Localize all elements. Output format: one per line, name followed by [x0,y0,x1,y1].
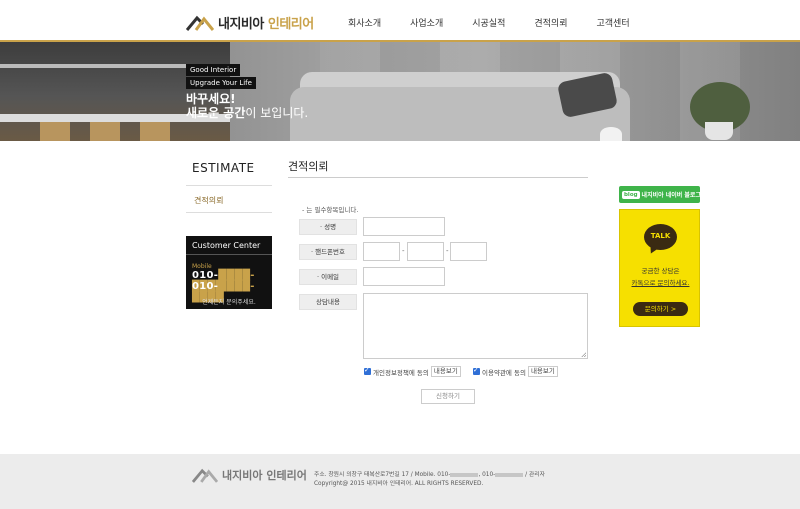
customer-center-box: Customer Center Mobile 010-████-████ 010… [186,236,272,309]
site-logo[interactable]: 내지비아 인테리어 [186,10,314,34]
hero-shelf [0,64,200,68]
customer-center-divider [186,254,272,255]
privacy-agree: 개인정보정책에 동의 내용보기 [364,366,461,377]
hero-stool [40,122,70,141]
email-label: · 이메일 [299,269,357,285]
phone-label: · 핸드폰번호 [299,244,357,260]
content-textarea[interactable] [363,293,588,359]
nav-item-support[interactable]: 고객센터 [597,16,630,29]
footer-logo: 내지비아 인테리어 [192,466,307,483]
sidebar-title: ESTIMATE [192,161,255,175]
phone-dash: - [402,247,405,255]
nav-item-company[interactable]: 회사소개 [348,16,381,29]
house-logo-icon [192,468,218,483]
house-logo-icon [186,15,214,31]
nav-item-portfolio[interactable]: 시공실적 [472,16,505,29]
privacy-view-button[interactable]: 내용보기 [430,366,461,377]
hero-pot [705,122,733,140]
page-title: 견적의뢰 [288,160,329,173]
phone-input-2[interactable] [407,242,444,261]
blog-text: 내지비아 네이버 블로그 [641,192,701,199]
privacy-checkbox[interactable] [364,366,371,375]
name-label: · 성명 [299,219,357,235]
hero-badge-1: Good Interior [186,64,241,76]
privacy-agree-label: 개인정보정책에 동의 [373,368,429,377]
talk-text-1: 궁금한 상담은 [641,267,680,275]
talk-inquiry-button[interactable]: 문의하기 > [633,302,688,316]
email-input[interactable] [363,267,445,286]
sidebar-divider [186,212,272,213]
site-footer: 내지비아 인테리어 주소. 창원시 의창구 태복산로7번길 17 / Mobil… [0,454,800,509]
resize-handle-icon[interactable] [581,352,586,357]
logo-text: 내지비아 인테리어 [218,16,314,32]
terms-view-button[interactable]: 내용보기 [527,366,558,377]
customer-center-mobile-label: Mobile [192,263,212,270]
customer-center-note: 언제든지 문의주세요. [202,299,256,306]
content-label: 상담내용 [299,294,357,310]
hero-stool [90,122,120,141]
naver-blog-button[interactable]: blog 내지비아 네이버 블로그 [619,186,701,203]
hero-stool [140,122,170,141]
sidebar-divider [186,185,272,186]
hero-banner [0,42,800,141]
talk-label: TALK [650,232,671,240]
phone-dash: - [446,247,449,255]
required-note: - 는 필수항목입니다. [302,206,359,214]
nav-item-business[interactable]: 사업소개 [410,16,443,29]
hero-headline-2: 새로운 공간이 보입니다. [186,106,309,120]
footer-address: 주소. 창원시 의창구 태복산로7번길 17 / Mobile. 010-, 0… [314,472,545,478]
nav-item-estimate[interactable]: 견적의뢰 [534,16,567,29]
submit-button[interactable]: 신청하기 [421,389,475,404]
kakao-talk-icon: TALK [644,224,677,250]
talk-text-2: 카톡으로 문의하세요. [631,279,690,287]
name-input[interactable] [363,217,445,236]
footer-copyright: Copyright@ 2015 내지비아 인테리어. ALL RIGHTS RE… [314,481,484,487]
hero-badge-2: Upgrade Your Life [186,77,256,89]
phone-input-1[interactable] [363,242,400,261]
terms-checkbox[interactable] [473,366,480,375]
terms-agree-label: 이용약관에 동의 [482,368,526,377]
hero-lamp [600,127,622,141]
terms-agree: 이용약관에 동의 내용보기 [473,366,558,377]
kakao-talk-box: TALK 궁금한 상담은 카톡으로 문의하세요. 문의하기 > [619,209,700,327]
footer-logo-text: 내지비아 인테리어 [222,468,307,482]
site-header: 내지비아 인테리어 회사소개 사업소개 시공실적 견적의뢰 고객센터 [0,0,800,42]
customer-center-title: Customer Center [192,241,261,250]
blog-tag: blog [622,190,640,199]
main-nav: 회사소개 사업소개 시공실적 견적의뢰 고객센터 [348,16,659,29]
title-divider [288,177,588,178]
sidebar-item-estimate[interactable]: 견적의뢰 [194,195,223,206]
phone-input-3[interactable] [450,242,487,261]
